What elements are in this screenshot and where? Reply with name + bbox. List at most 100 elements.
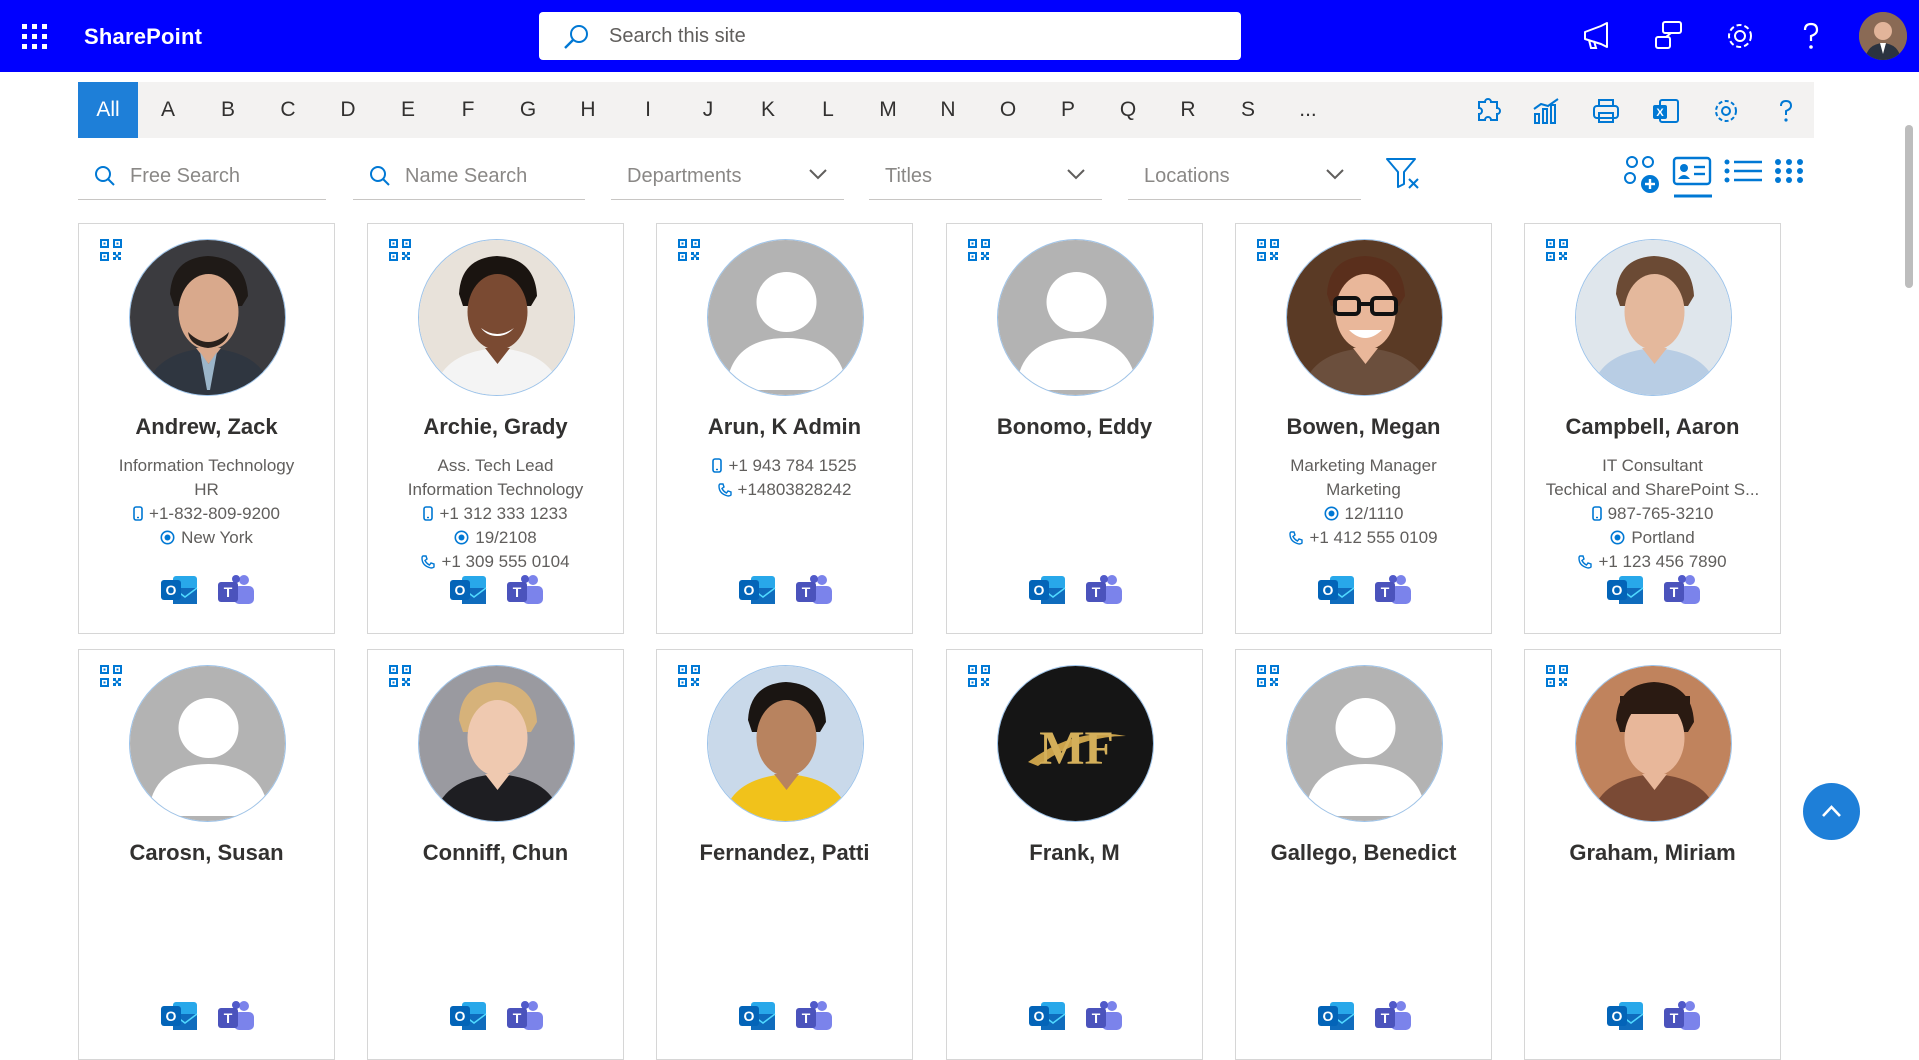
letter-filter-h[interactable]: H	[558, 82, 618, 138]
person-card[interactable]: Graham, Miriam O T	[1524, 649, 1781, 1060]
person-name[interactable]: Fernandez, Patti	[657, 840, 912, 866]
free-search-field[interactable]	[78, 152, 326, 200]
letter-filter-q[interactable]: Q	[1098, 82, 1158, 138]
clear-filter-icon[interactable]	[1385, 155, 1421, 191]
qr-code-icon[interactable]	[1256, 664, 1280, 688]
profile-photo[interactable]	[418, 239, 575, 396]
card-view-icon[interactable]	[1671, 152, 1715, 198]
profile-photo[interactable]: MF	[997, 665, 1154, 822]
add-people-icon[interactable]	[1620, 152, 1664, 196]
locations-dropdown[interactable]: Locations	[1128, 152, 1361, 200]
person-card[interactable]: Archie, Grady Ass. Tech Lead Information T…	[367, 223, 624, 634]
person-name[interactable]: Arun, K Admin	[657, 414, 912, 440]
teams-icon[interactable]: T	[505, 996, 545, 1036]
outlook-icon[interactable]: O	[1605, 570, 1645, 610]
person-card[interactable]: MF Frank, M O T	[946, 649, 1203, 1060]
person-name[interactable]: Conniff, Chun	[368, 840, 623, 866]
letter-filter-f[interactable]: F	[438, 82, 498, 138]
person-card[interactable]: Conniff, Chun O T	[367, 649, 624, 1060]
letter-filter-b[interactable]: B	[198, 82, 258, 138]
app-name[interactable]: SharePoint	[84, 24, 202, 50]
person-name[interactable]: Archie, Grady	[368, 414, 623, 440]
site-search[interactable]	[539, 12, 1241, 60]
outlook-icon[interactable]: O	[1027, 570, 1067, 610]
letter-filter-c[interactable]: C	[258, 82, 318, 138]
departments-dropdown[interactable]: Departments	[611, 152, 844, 200]
outlook-icon[interactable]: O	[1316, 570, 1356, 610]
phone-info[interactable]: +1 123 456 7890	[1525, 552, 1780, 572]
person-name[interactable]: Frank, M	[947, 840, 1202, 866]
person-name[interactable]: Bowen, Megan	[1236, 414, 1491, 440]
letter-filter-o[interactable]: O	[978, 82, 1038, 138]
name-search-input[interactable]	[405, 162, 580, 190]
settings-gear-icon[interactable]	[1722, 18, 1758, 54]
profile-photo[interactable]	[129, 665, 286, 822]
qr-code-icon[interactable]	[677, 664, 701, 688]
letter-filter-p[interactable]: P	[1038, 82, 1098, 138]
teams-icon[interactable]: T	[1662, 570, 1702, 610]
qr-code-icon[interactable]	[967, 238, 991, 262]
phone-info[interactable]: +1 309 555 0104	[368, 552, 623, 572]
letter-filter-j[interactable]: J	[678, 82, 738, 138]
qr-code-icon[interactable]	[1256, 238, 1280, 262]
person-card[interactable]: Bowen, Megan Marketing Manager Marketing 12…	[1235, 223, 1492, 634]
phone-info[interactable]: +1 412 555 0109	[1236, 528, 1491, 548]
qr-code-icon[interactable]	[967, 664, 991, 688]
free-search-input[interactable]	[130, 162, 320, 190]
person-name[interactable]: Bonomo, Eddy	[947, 414, 1202, 440]
letter-filter-i[interactable]: I	[618, 82, 678, 138]
person-card[interactable]: Andrew, Zack Information Technology HR +1-8…	[78, 223, 335, 634]
letter-filter-a[interactable]: A	[138, 82, 198, 138]
mobile-info[interactable]: 987-765-3210	[1525, 504, 1780, 524]
qr-code-icon[interactable]	[1545, 664, 1569, 688]
profile-photo[interactable]	[418, 665, 575, 822]
qr-code-icon[interactable]	[99, 238, 123, 262]
letter-filter-l[interactable]: L	[798, 82, 858, 138]
profile-photo[interactable]	[997, 239, 1154, 396]
teams-icon[interactable]: T	[1084, 570, 1124, 610]
mobile-info[interactable]: +1 312 333 1233	[368, 504, 623, 524]
teams-icon[interactable]: T	[216, 996, 256, 1036]
person-card[interactable]: Gallego, Benedict O T	[1235, 649, 1492, 1060]
outlook-icon[interactable]: O	[737, 570, 777, 610]
profile-photo[interactable]	[129, 239, 286, 396]
teams-icon[interactable]: T	[1084, 996, 1124, 1036]
person-name[interactable]: Carosn, Susan	[79, 840, 334, 866]
teams-icon[interactable]: T	[1373, 996, 1413, 1036]
qr-code-icon[interactable]	[388, 238, 412, 262]
person-name[interactable]: Andrew, Zack	[79, 414, 334, 440]
excel-export-icon[interactable]: X	[1651, 96, 1681, 126]
name-search-field[interactable]	[353, 152, 585, 200]
person-card[interactable]: Arun, K Admin +1 943 784 1525 +14803828242…	[656, 223, 913, 634]
letter-filter-d[interactable]: D	[318, 82, 378, 138]
letter-filter-n[interactable]: N	[918, 82, 978, 138]
print-icon[interactable]	[1591, 96, 1621, 126]
help-icon[interactable]	[1771, 96, 1801, 126]
letter-filter-more[interactable]: ...	[1278, 82, 1338, 138]
teams-icon[interactable]: T	[1373, 570, 1413, 610]
outlook-icon[interactable]: O	[159, 996, 199, 1036]
person-card[interactable]: Carosn, Susan O T	[78, 649, 335, 1060]
person-name[interactable]: Campbell, Aaron	[1525, 414, 1780, 440]
profile-photo[interactable]	[1575, 239, 1732, 396]
teams-icon[interactable]: T	[505, 570, 545, 610]
qr-code-icon[interactable]	[388, 664, 412, 688]
letter-filter-k[interactable]: K	[738, 82, 798, 138]
outlook-icon[interactable]: O	[1605, 996, 1645, 1036]
teams-icon[interactable]: T	[216, 570, 256, 610]
qr-code-icon[interactable]	[1545, 238, 1569, 262]
user-avatar[interactable]	[1859, 12, 1907, 60]
outlook-icon[interactable]: O	[1316, 996, 1356, 1036]
person-name[interactable]: Graham, Miriam	[1525, 840, 1780, 866]
person-name[interactable]: Gallego, Benedict	[1236, 840, 1491, 866]
qr-code-icon[interactable]	[99, 664, 123, 688]
person-card[interactable]: Bonomo, Eddy O T	[946, 223, 1203, 634]
profile-photo[interactable]	[707, 665, 864, 822]
letter-filter-m[interactable]: M	[858, 82, 918, 138]
puzzle-icon[interactable]	[1471, 96, 1501, 126]
titles-dropdown[interactable]: Titles	[869, 152, 1102, 200]
app-launcher-icon[interactable]	[20, 22, 50, 52]
letter-filter-e[interactable]: E	[378, 82, 438, 138]
profile-photo[interactable]	[1286, 665, 1443, 822]
share-network-icon[interactable]	[1651, 18, 1687, 54]
